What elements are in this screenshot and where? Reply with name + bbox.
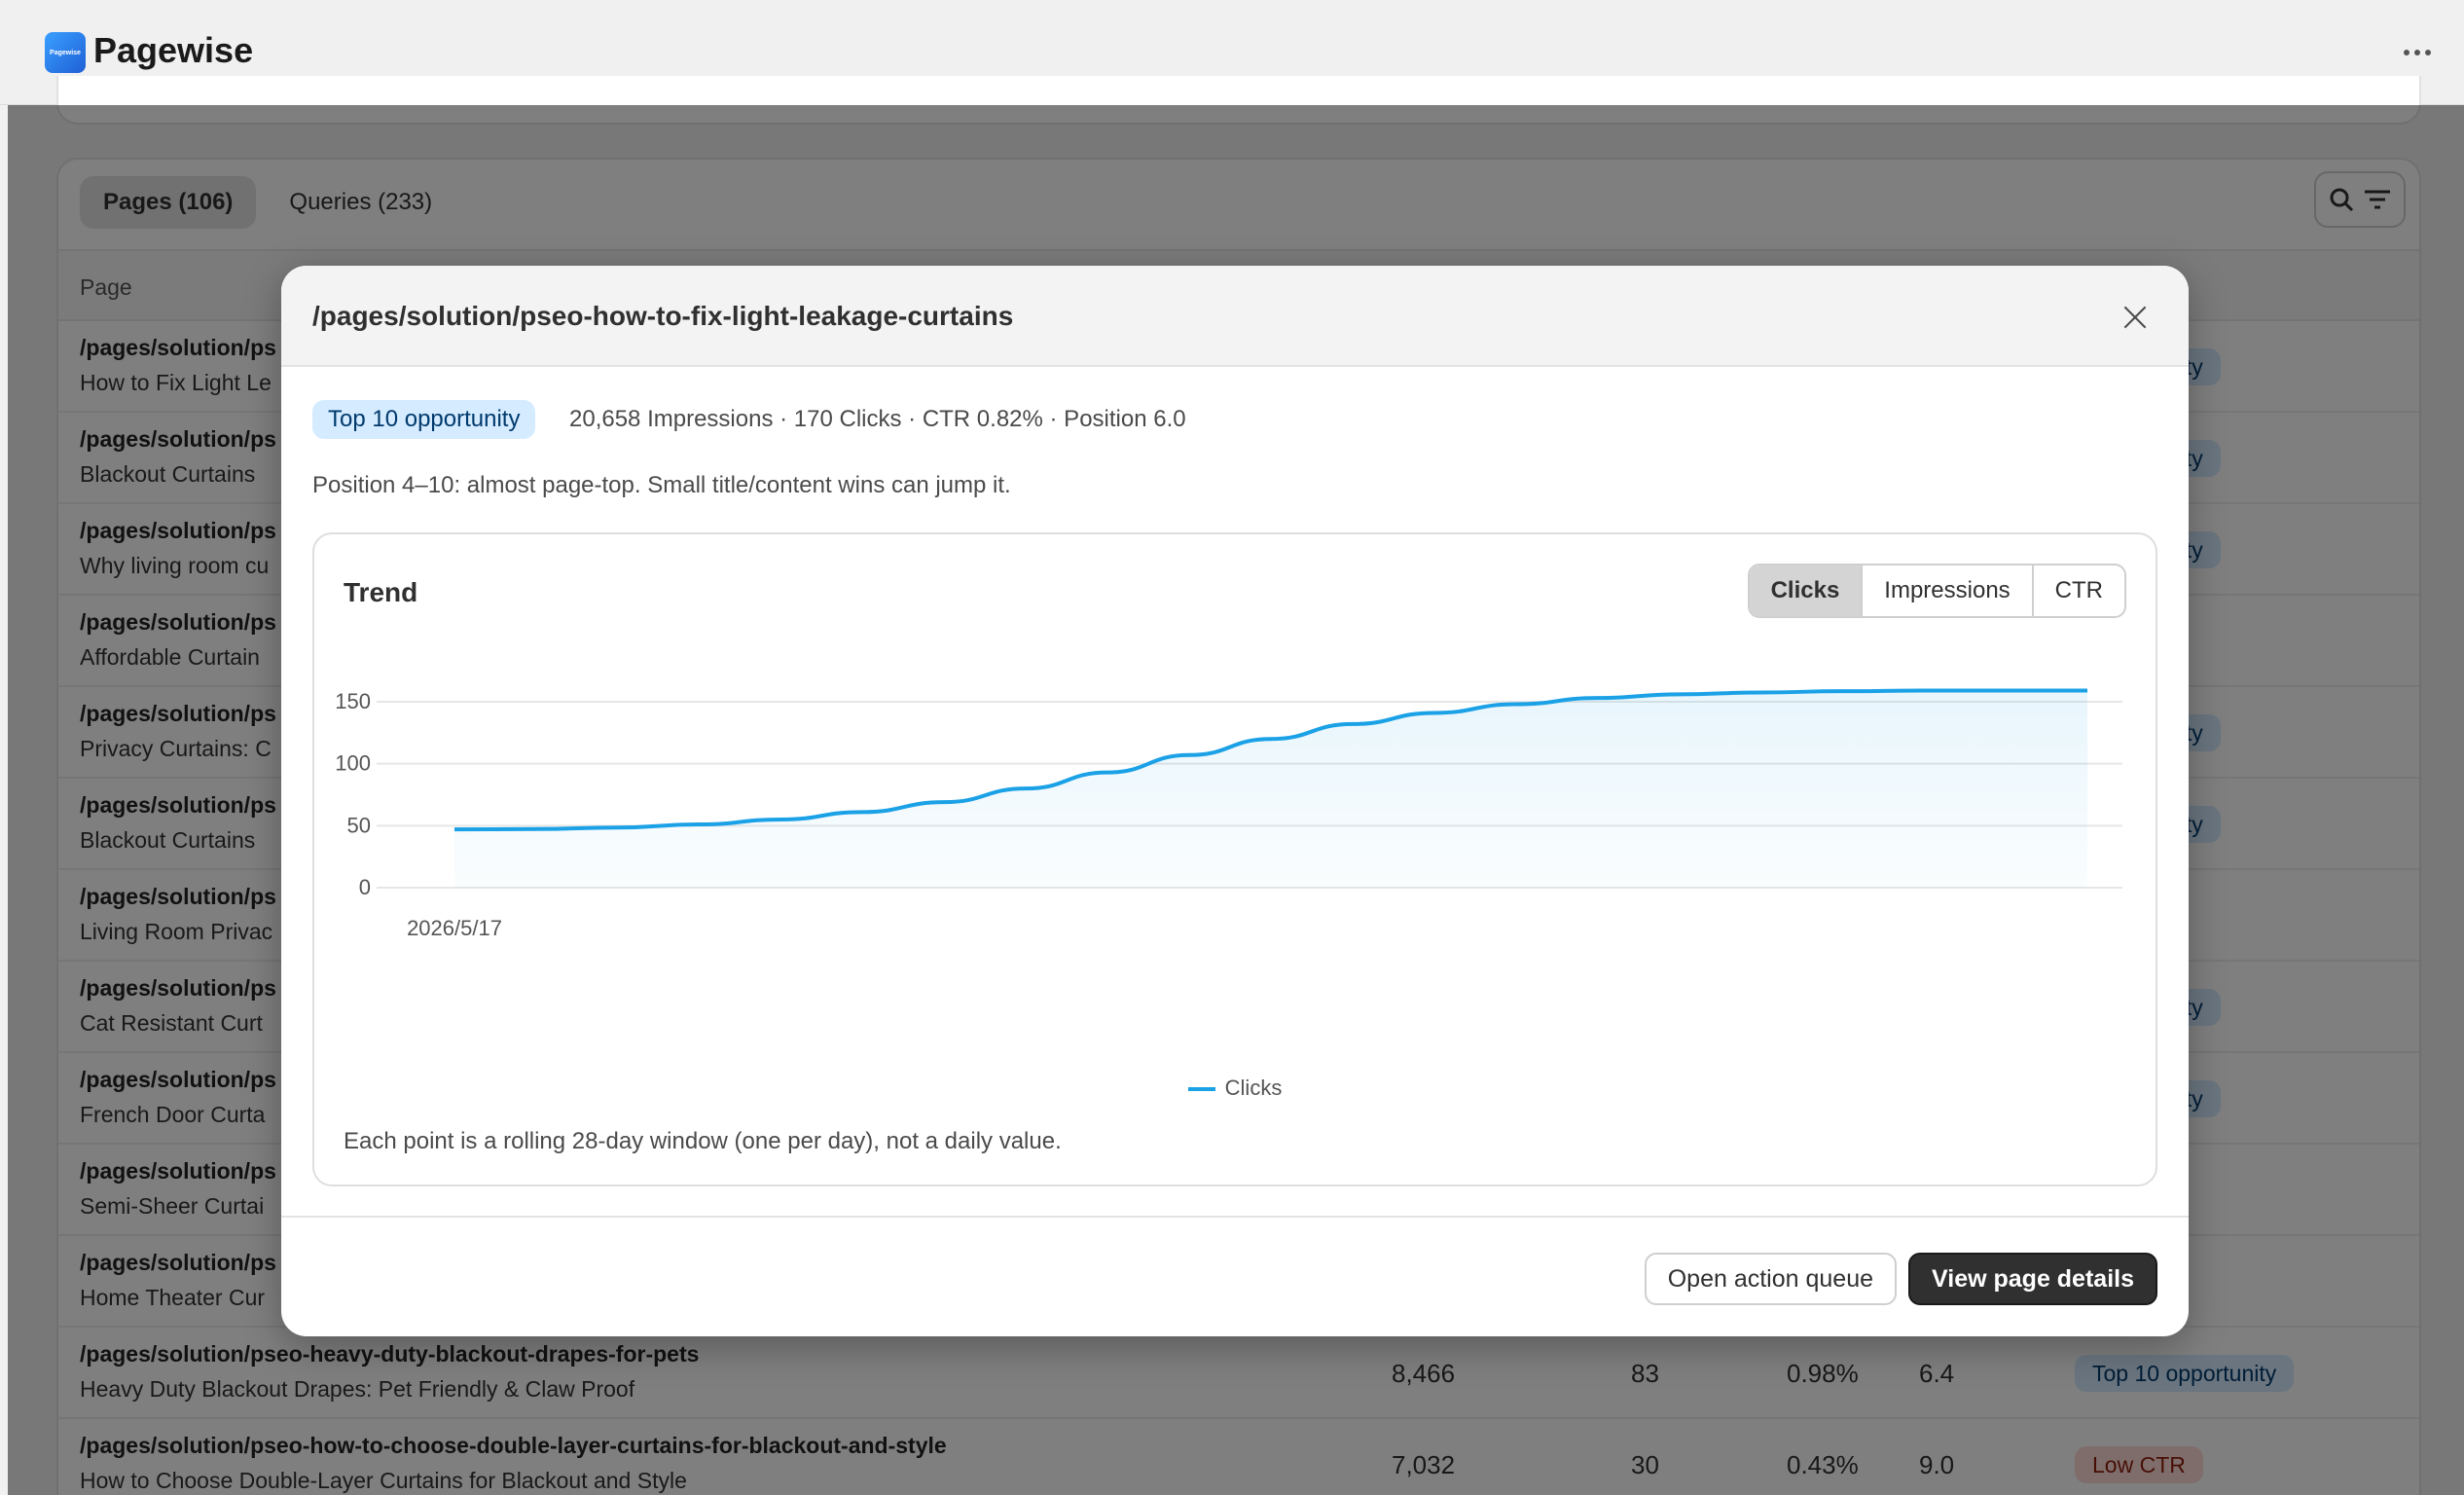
y-tick-label: 150: [335, 689, 371, 713]
legend-swatch: [1187, 1087, 1215, 1092]
pagewise-logo-icon: Pagewise: [45, 32, 86, 73]
chart-legend: Clicks: [314, 1076, 2156, 1101]
trend-chart: 0 50 100 150 2026/5/17: [335, 688, 2122, 940]
clicks-area: [454, 690, 2087, 888]
open-action-queue-button[interactable]: Open action queue: [1644, 1253, 1897, 1305]
logo-text: Pagewise: [50, 49, 81, 56]
metric-toggle: Clicks Impressions CTR: [1747, 564, 2126, 618]
opportunity-note: Position 4–10: almost page-top. Small ti…: [312, 472, 1011, 498]
view-page-details-button[interactable]: View page details: [1908, 1253, 2157, 1305]
status-badge: Top 10 opportunity: [312, 400, 536, 439]
trend-card: Trend Clicks Impressions CTR 0 50 100 150 20…: [312, 532, 2157, 1186]
metric-clicks-button[interactable]: Clicks: [1749, 565, 1862, 616]
app-title: Pagewise: [93, 30, 254, 70]
modal-title: /pages/solution/pseo-how-to-fix-light-le…: [312, 301, 1014, 331]
trend-title: Trend: [344, 577, 418, 607]
y-tick-label: 100: [335, 751, 371, 776]
page-detail-modal: /pages/solution/pseo-how-to-fix-light-le…: [281, 266, 2189, 1336]
y-tick-label: 50: [347, 813, 371, 837]
x-tick-label: 2026/5/17: [407, 916, 502, 940]
metric-ctr-button[interactable]: CTR: [2031, 565, 2124, 616]
legend-label: Clicks: [1224, 1076, 1283, 1100]
trend-footnote: Each point is a rolling 28-day window (o…: [344, 1128, 1062, 1154]
metric-impressions-button[interactable]: Impressions: [1861, 565, 2031, 616]
modal-footer: Open action queue View page details: [281, 1216, 2189, 1336]
close-icon[interactable]: [2120, 303, 2150, 332]
more-options-icon[interactable]: [2398, 35, 2437, 70]
page-stats: 20,658 Impressions · 170 Clicks · CTR 0.…: [569, 406, 1186, 432]
y-tick-label: 0: [359, 875, 371, 899]
modal-header: /pages/solution/pseo-how-to-fix-light-le…: [281, 266, 2189, 367]
